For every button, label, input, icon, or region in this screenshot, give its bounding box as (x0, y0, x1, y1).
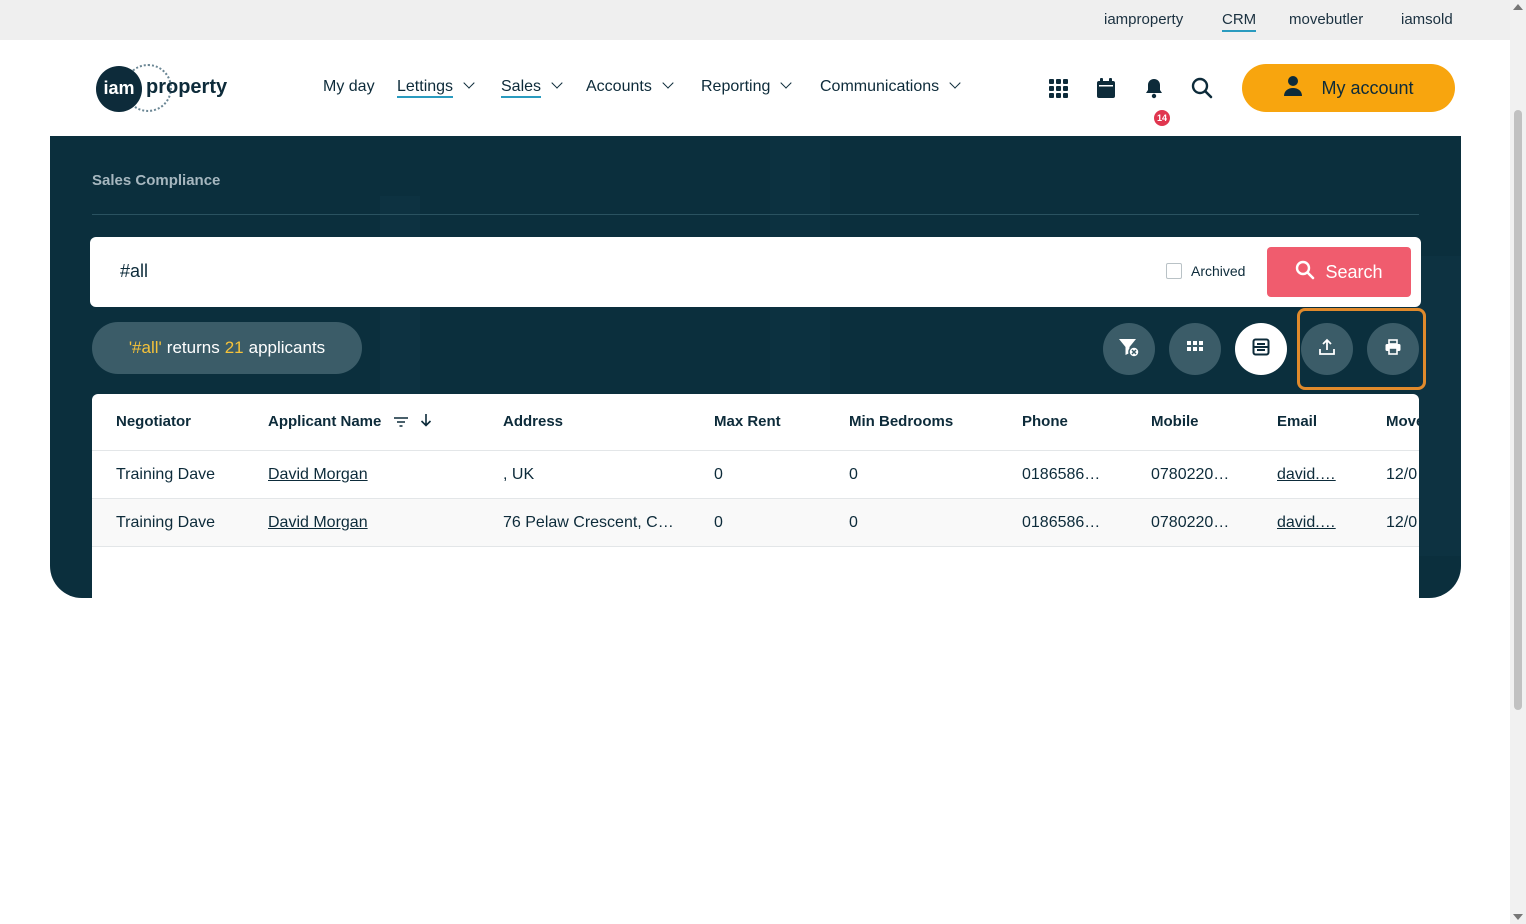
search-input[interactable]: #all (120, 261, 148, 282)
archived-checkbox[interactable] (1166, 263, 1182, 279)
nav-label: Accounts (586, 78, 652, 95)
brand-link-crm[interactable]: CRM (1222, 11, 1257, 32)
nav-reporting[interactable]: Reporting (701, 77, 793, 96)
logo-word: property (146, 76, 228, 98)
cell-max-rent: 0 (714, 514, 723, 531)
results-word: returns (166, 338, 220, 357)
card-view-icon (1252, 338, 1270, 361)
title-divider (92, 214, 1419, 215)
archived-label: Archived (1191, 263, 1246, 279)
cell-negotiator: Training Dave (116, 466, 216, 483)
cell-mobile: 0780220… (1151, 466, 1230, 483)
scrollbar-thumb[interactable] (1514, 110, 1522, 710)
table-row[interactable]: Training Dave David Morgan , UK 0 0 0186… (92, 451, 1419, 499)
results-count: 21 (224, 338, 244, 357)
results-suffix: applicants (248, 338, 326, 357)
column-header-max-rent[interactable]: Max Rent (714, 413, 781, 430)
cell-negotiator: Training Dave (116, 514, 216, 531)
brand-bar: iamproperty CRM movebutler iamsold (0, 0, 1510, 40)
brand-link-movebutler[interactable]: movebutler (1289, 11, 1363, 28)
column-header-min-bedrooms[interactable]: Min Bedrooms (849, 413, 953, 430)
cell-applicant-link[interactable]: David Morgan (268, 466, 368, 484)
search-button[interactable]: Search (1267, 247, 1411, 297)
cell-email-link[interactable]: david.… (1277, 514, 1336, 532)
cell-mobile: 0780220… (1151, 514, 1230, 531)
results-summary: '#all' returns 21 applicants (92, 322, 362, 374)
chevron-down-icon (780, 77, 793, 89)
chevron-down-icon (662, 77, 674, 89)
clear-filter-button[interactable] (1103, 323, 1155, 375)
filter-icon[interactable] (393, 414, 408, 431)
notification-count-badge: 14 (1154, 110, 1170, 126)
vertical-scrollbar[interactable] (1510, 0, 1526, 924)
cell-phone: 0186586… (1022, 466, 1101, 483)
row-divider (92, 546, 1419, 547)
my-account-button[interactable]: My account (1242, 64, 1455, 112)
grid-view-icon (1187, 340, 1203, 358)
search-button-label: Search (1325, 261, 1383, 282)
logo[interactable]: iam property (96, 64, 236, 112)
card-view-button[interactable] (1235, 323, 1287, 375)
nav-label: My day (323, 78, 375, 95)
bell-icon[interactable] (1142, 76, 1166, 100)
calendar-icon[interactable] (1094, 76, 1118, 100)
nav-lettings[interactable]: Lettings (397, 77, 475, 98)
nav-my-day[interactable]: My day (323, 78, 375, 96)
nav-label: Communications (820, 78, 940, 95)
my-account-label: My account (1321, 77, 1414, 98)
cell-phone: 0186586… (1022, 514, 1101, 531)
apps-grid-icon[interactable] (1046, 76, 1070, 100)
cell-move: 12/0 (1386, 514, 1418, 531)
nav-sales[interactable]: Sales (501, 77, 563, 98)
results-query: '#all' (128, 338, 162, 357)
clear-filter-icon (1116, 334, 1142, 365)
column-header-email[interactable]: Email (1277, 413, 1317, 430)
cell-max-rent: 0 (714, 466, 723, 483)
chevron-down-icon (551, 77, 563, 89)
column-header-label: Applicant Name (268, 413, 382, 430)
sort-arrow-down-icon[interactable] (420, 413, 432, 431)
chevron-down-icon (949, 77, 961, 89)
table-row[interactable]: Training Dave David Morgan 76 Pelaw Cres… (92, 499, 1419, 547)
nav-label: Reporting (701, 78, 771, 95)
nav-accounts[interactable]: Accounts (586, 77, 674, 96)
cell-min-bedrooms: 0 (849, 466, 858, 483)
cell-min-bedrooms: 0 (849, 514, 858, 531)
column-header-applicant-name[interactable]: Applicant Name (268, 413, 432, 431)
highlight-outline (1297, 308, 1426, 390)
logo-mark: iam (96, 66, 142, 112)
search-bar: #all Archived Search (90, 237, 1421, 307)
cell-move: 12/0 (1386, 466, 1418, 483)
nav-communications[interactable]: Communications (820, 77, 961, 96)
nav-label: Lettings (397, 78, 454, 98)
scroll-down-arrow-icon[interactable] (1513, 914, 1523, 920)
cell-applicant-link[interactable]: David Morgan (268, 514, 368, 532)
column-header-negotiator[interactable]: Negotiator (116, 413, 191, 430)
column-header-phone[interactable]: Phone (1022, 413, 1068, 430)
brand-link-iamproperty[interactable]: iamproperty (1104, 11, 1183, 28)
user-icon (1283, 75, 1303, 102)
page-title: Sales Compliance (92, 172, 221, 189)
scroll-up-arrow-icon[interactable] (1513, 4, 1523, 10)
column-header-move[interactable]: Move (1386, 413, 1419, 430)
cell-address: 76 Pelaw Crescent, C… (503, 514, 674, 531)
column-header-address[interactable]: Address (503, 413, 563, 430)
cell-email-link[interactable]: david.… (1277, 466, 1336, 484)
column-header-mobile[interactable]: Mobile (1151, 413, 1199, 430)
search-icon[interactable] (1190, 76, 1214, 100)
applicants-table: Negotiator Applicant Name Address Max Re… (92, 394, 1419, 924)
search-icon (1295, 260, 1315, 285)
nav-label: Sales (501, 78, 542, 98)
grid-view-button[interactable] (1169, 323, 1221, 375)
cell-address: , UK (503, 466, 535, 483)
chevron-down-icon (463, 77, 475, 89)
brand-link-iamsold[interactable]: iamsold (1401, 11, 1453, 28)
